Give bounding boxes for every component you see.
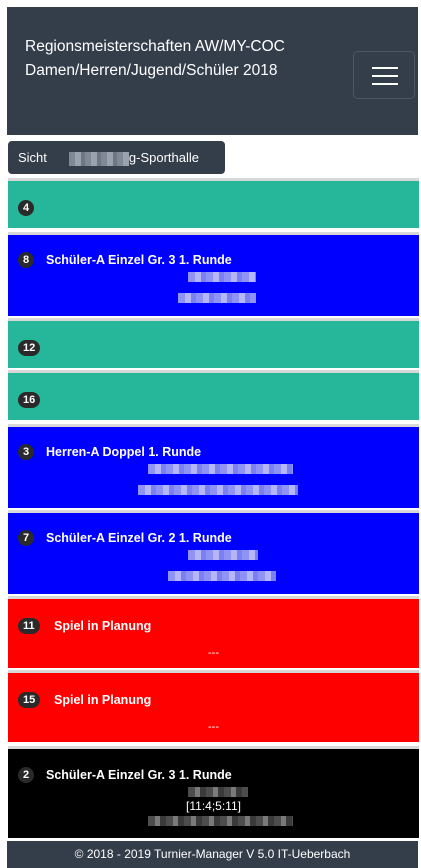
match-number-badge: 7	[18, 530, 35, 546]
match-number-badge: 16	[18, 392, 41, 408]
tournament-title: Regionsmeisterschaften AW/MY-COC Damen/H…	[25, 38, 285, 79]
match-card[interactable]: 3 Herren-A Doppel 1. Runde	[8, 424, 419, 508]
match-title: Schüler-A Einzel Gr. 3 1. Runde	[46, 253, 232, 267]
redacted-player-name	[148, 464, 293, 474]
match-number-badge: 3	[18, 444, 35, 460]
redacted-player-name	[148, 816, 293, 826]
match-title: Schüler-A Einzel Gr. 3 1. Runde	[46, 768, 232, 782]
hamburger-icon-line	[372, 83, 398, 85]
match-number-badge: 8	[18, 252, 35, 268]
view-selector-button[interactable]: Sicht g-Sporthalle	[8, 141, 225, 174]
redacted-player-name	[168, 571, 276, 581]
match-card[interactable]: 2 Schüler-A Einzel Gr. 3 1. Runde [11:4;…	[8, 746, 419, 838]
hamburger-icon-line	[372, 75, 398, 77]
hall-name-suffix: g-Sporthalle	[128, 150, 200, 165]
match-card[interactable]: 11 Spiel in Planung ---	[8, 596, 419, 668]
hamburger-icon	[372, 67, 398, 69]
redacted-player-name	[188, 550, 258, 560]
redacted-player-name	[178, 293, 256, 303]
match-title: Spiel in Planung	[54, 619, 152, 633]
match-number-badge: 12	[18, 340, 41, 356]
match-number-badge: 11	[18, 618, 40, 634]
match-card[interactable]: 8 Schüler-A Einzel Gr. 3 1. Runde	[8, 232, 419, 316]
match-players: ---	[208, 647, 219, 659]
match-players: ---	[208, 721, 219, 733]
match-number-badge: 15	[18, 692, 41, 708]
match-title: Schüler-A Einzel Gr. 2 1. Runde	[46, 531, 232, 545]
match-card[interactable]: 4	[8, 178, 419, 228]
menu-toggle-button[interactable]	[353, 51, 415, 99]
match-score: [11:4;5:11]	[186, 799, 241, 813]
view-label: Sicht	[18, 150, 47, 165]
match-number-badge: 4	[18, 200, 35, 216]
redacted-hall-name	[68, 151, 129, 166]
redacted-player-name	[188, 272, 256, 282]
navbar: Regionsmeisterschaften AW/MY-COC Damen/H…	[7, 7, 418, 135]
redacted-player-name	[188, 787, 248, 797]
match-card[interactable]: 12	[8, 318, 419, 368]
match-card[interactable]: 7 Schüler-A Einzel Gr. 2 1. Runde	[8, 510, 419, 594]
match-card[interactable]: 15 Spiel in Planung ---	[8, 670, 419, 742]
match-title: Herren-A Doppel 1. Runde	[46, 445, 202, 459]
match-number-badge: 2	[18, 767, 35, 783]
match-card[interactable]: 16	[8, 370, 419, 420]
redacted-player-name	[138, 485, 298, 495]
footer: © 2018 - 2019 Turnier-Manager V 5.0 IT-U…	[7, 841, 418, 868]
match-title: Spiel in Planung	[54, 693, 152, 707]
